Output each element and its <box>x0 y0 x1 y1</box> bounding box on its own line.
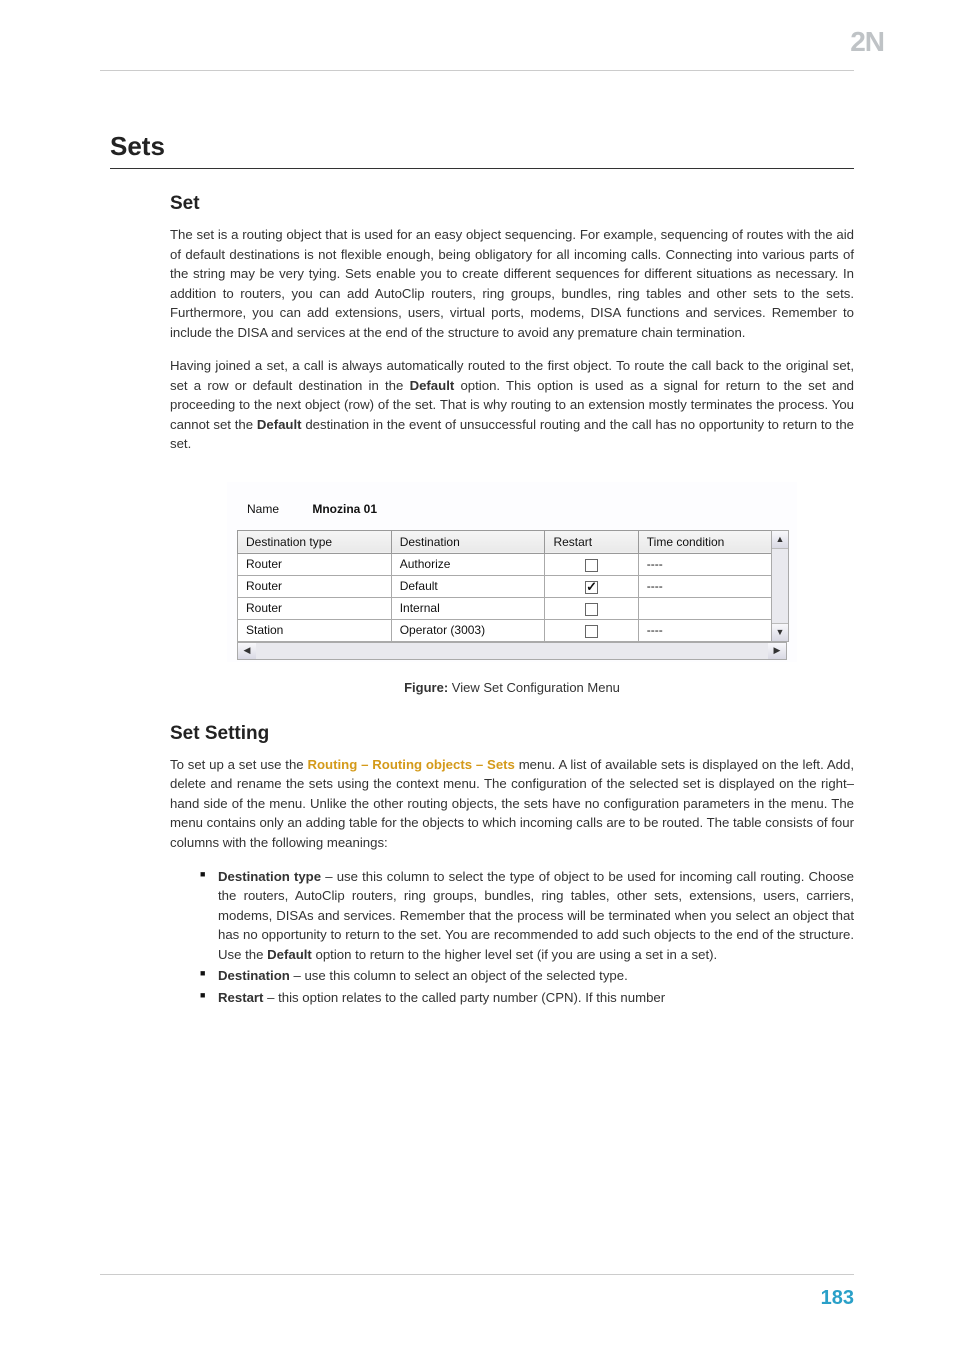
cell-destination-type[interactable]: Router <box>238 575 392 597</box>
page-title: Sets <box>110 131 854 162</box>
scroll-left-icon[interactable]: ◀ <box>238 643 256 659</box>
checkbox-unchecked-icon[interactable] <box>585 603 598 616</box>
cell-destination-type[interactable]: Station <box>238 619 392 641</box>
content-area: Sets Set The set is a routing object tha… <box>100 131 854 1007</box>
page: 2N Sets Set The set is a routing object … <box>0 0 954 1350</box>
bold-default-2: Default <box>257 417 302 432</box>
cell-restart[interactable] <box>545 597 638 619</box>
logo-2n: 2N <box>850 26 884 58</box>
cell-time-condition[interactable]: ---- <box>638 553 786 575</box>
caption-label: Figure: <box>404 680 448 695</box>
col-header-destination-type[interactable]: Destination type <box>238 530 392 553</box>
bullet-list: Destination type – use this column to se… <box>200 867 854 1008</box>
para-set-setting: To set up a set use the Routing – Routin… <box>170 755 854 853</box>
col-header-time-condition[interactable]: Time condition <box>638 530 786 553</box>
cell-destination[interactable]: Default <box>391 575 545 597</box>
cell-time-condition-selected[interactable]: time 1 <box>638 597 786 619</box>
scroll-up-icon[interactable]: ▲ <box>772 531 788 549</box>
bullet-label-destination: Destination <box>218 968 290 983</box>
page-number: 183 <box>100 1287 854 1310</box>
text-run: – use this column to select an object of… <box>290 968 628 983</box>
cell-destination-type[interactable]: Router <box>238 597 392 619</box>
header-row: Destination type Destination Restart Tim… <box>238 530 787 553</box>
table-row[interactable]: Router Internal time 1 <box>238 597 787 619</box>
bold-default-1: Default <box>410 378 455 393</box>
brand-logo: 2N <box>850 26 884 58</box>
bullet-label-restart: Restart <box>218 990 263 1005</box>
heading-set-setting: Set Setting <box>170 723 854 745</box>
text-run: To set up a set use the <box>170 757 307 772</box>
page-footer: 183 <box>100 1274 854 1310</box>
name-field: Name Mnozina 01 <box>237 496 787 530</box>
text-run: option to return to the higher level set… <box>312 947 717 962</box>
set-table: Destination type Destination Restart Tim… <box>237 530 787 642</box>
para-set-2: Having joined a set, a call is always au… <box>170 356 854 454</box>
list-item: Restart – this option relates to the cal… <box>200 988 854 1008</box>
menu-path: Routing – Routing objects – Sets <box>307 757 514 772</box>
figure-caption: Figure: View Set Configuration Menu <box>170 680 854 695</box>
cell-destination-type[interactable]: Router <box>238 553 392 575</box>
cell-time-condition[interactable]: ---- <box>638 619 786 641</box>
grid-wrapper: Destination type Destination Restart Tim… <box>237 530 787 642</box>
caption-text: View Set Configuration Menu <box>448 680 620 695</box>
bold-default-3: Default <box>267 947 312 962</box>
cell-destination[interactable]: Authorize <box>391 553 545 575</box>
section-set: Set The set is a routing object that is … <box>170 193 854 1007</box>
footer-rule <box>100 1274 854 1275</box>
figure-panel: Name Mnozina 01 Destination type Destina… <box>227 482 797 662</box>
table-row[interactable]: Router Authorize ---- <box>238 553 787 575</box>
name-label: Name <box>247 502 301 516</box>
heading-set: Set <box>170 193 854 215</box>
name-value: Mnozina 01 <box>312 502 377 516</box>
scroll-down-icon[interactable]: ▼ <box>772 623 788 641</box>
cell-restart[interactable] <box>545 553 638 575</box>
cell-restart[interactable] <box>545 619 638 641</box>
table-row[interactable]: Router Default ---- <box>238 575 787 597</box>
table-row[interactable]: Station Operator (3003) ---- <box>238 619 787 641</box>
col-header-destination[interactable]: Destination <box>391 530 545 553</box>
checkbox-unchecked-icon[interactable] <box>585 559 598 572</box>
horizontal-scrollbar[interactable]: ◀ ▶ <box>237 642 787 660</box>
checkbox-checked-icon[interactable] <box>585 581 598 594</box>
cell-destination[interactable]: Operator (3003) <box>391 619 545 641</box>
bullet-label-destination-type: Destination type <box>218 869 321 884</box>
header-rule <box>100 70 854 71</box>
scroll-right-icon[interactable]: ▶ <box>768 643 786 659</box>
list-item: Destination type – use this column to se… <box>200 867 854 965</box>
col-header-restart[interactable]: Restart <box>545 530 638 553</box>
title-rule <box>110 168 854 169</box>
vertical-scrollbar[interactable]: ▲ ▼ <box>771 530 789 642</box>
checkbox-unchecked-icon[interactable] <box>585 625 598 638</box>
text-run: – this option relates to the called part… <box>263 990 665 1005</box>
cell-restart[interactable] <box>545 575 638 597</box>
cell-time-condition[interactable]: ---- <box>638 575 786 597</box>
cell-destination[interactable]: Internal <box>391 597 545 619</box>
list-item: Destination – use this column to select … <box>200 966 854 986</box>
para-set-1: The set is a routing object that is used… <box>170 225 854 342</box>
